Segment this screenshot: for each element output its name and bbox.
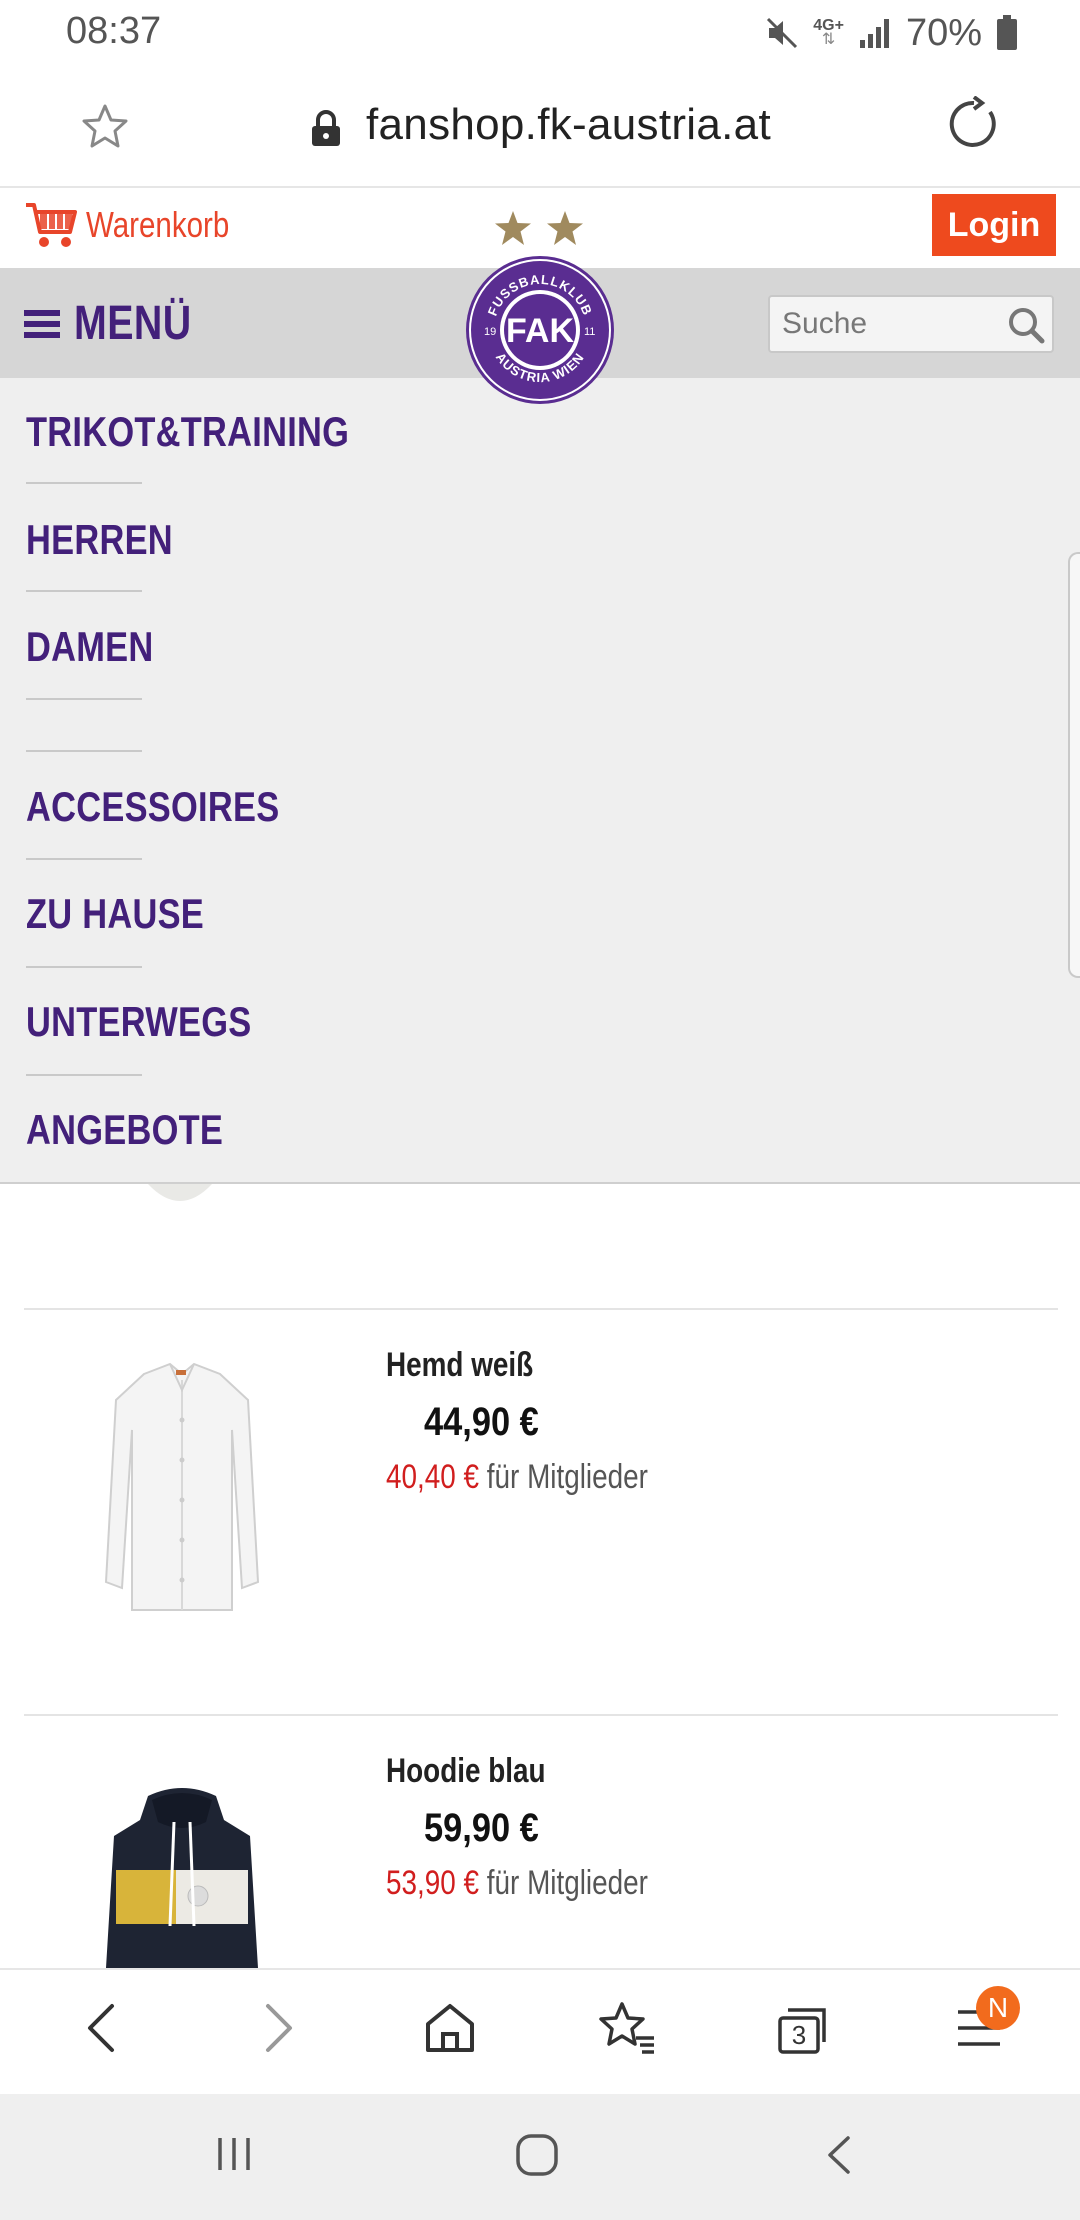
championship-stars [494,210,584,246]
product-name[interactable]: Hoodie blau [386,1752,546,1791]
menu-item-trikot-training[interactable]: TRIKOT&TRAINING [26,408,349,456]
menu-divider [26,482,142,484]
bookmark-star-icon[interactable] [80,102,130,152]
system-nav-bar [0,2094,1080,2220]
logo-letters: FAK [506,312,574,350]
signal-icon [859,19,889,48]
menu-divider [26,1074,142,1076]
system-back-icon[interactable] [818,2132,862,2178]
url-text[interactable]: fanshop.fk-austria.at [366,100,771,150]
member-price-line: 40,40 € für Mitglieder [386,1458,648,1497]
menu-divider [26,590,142,592]
home-icon[interactable] [422,2000,478,2056]
side-scroll-handle[interactable] [1068,552,1080,978]
search-icon[interactable] [1006,305,1046,345]
bookmarks-icon[interactable] [598,2000,658,2056]
member-text: für Mitglieder [486,1864,648,1902]
mute-icon [767,17,798,49]
status-icons: 4G+ ⇅ 70% [765,8,1018,58]
tabs-button[interactable]: 3 [774,2000,832,2056]
product-separator [24,1308,1058,1310]
url-bar: fanshop.fk-austria.at [0,66,1080,188]
menu-item-damen[interactable]: DAMEN [26,623,154,671]
tab-count: 3 [791,2020,807,2050]
menu-item-angebote[interactable]: ANGEBOTE [26,1106,223,1154]
logo-year-left: 19 [484,326,496,338]
reload-icon[interactable] [946,96,1002,152]
member-price: 53,90 € [386,1864,480,1902]
member-text: für Mitglieder [486,1458,648,1496]
product-price: 44,90 € [424,1400,539,1444]
member-price-line: 53,90 € für Mitglieder [386,1864,648,1903]
menu-button[interactable]: MENÜ [24,296,217,351]
member-price: 40,40 € [386,1458,480,1496]
menu-item-herren[interactable]: HERREN [26,516,173,564]
menu-divider [26,698,142,700]
battery-icon [997,15,1017,50]
cart-label: Warenkorb [86,204,230,245]
menu-item-zu-hause[interactable]: ZU HAUSE [26,890,204,938]
club-logo[interactable]: FUSSBALLKLUB AUSTRIA WIEN 19 11 FAK [464,254,616,406]
cart-link[interactable]: Warenkorb [24,200,261,250]
page: 08:37 4G+ ⇅ 70% fanshop.fk-austria.at Wa… [0,0,1080,2220]
home-button-icon[interactable] [514,2132,560,2178]
product-price: 59,90 € [424,1806,539,1850]
battery-percent: 70% [905,11,982,54]
star-icon [547,211,583,245]
lock-icon [312,110,340,146]
shopping-cart-icon [26,203,77,247]
status-bar: 08:37 4G+ ⇅ 70% [0,0,1080,66]
menu-divider [26,750,142,752]
menu-divider [26,858,142,860]
menu-dropdown: TRIKOT&TRAINING HERREN DAMEN ACCESSOIRES… [0,378,1080,1184]
back-icon[interactable] [80,2000,124,2056]
product-image-shirt[interactable] [82,1360,282,1620]
product-image-partial[interactable] [130,1184,230,1214]
product-separator [24,1714,1058,1716]
browser-toolbar: 3 N [0,1968,1080,2094]
search-box [768,295,1054,353]
hamburger-icon [24,309,60,338]
product-image-hoodie[interactable] [82,1786,282,1968]
menu-item-accessoires[interactable]: ACCESSOIRES [26,783,279,831]
logo-year-right: 11 [584,326,595,338]
search-input[interactable] [782,303,992,345]
star-icon [495,211,531,245]
status-time: 08:37 [66,10,162,52]
product-name[interactable]: Hemd weiß [386,1346,533,1385]
recent-apps-icon[interactable] [212,2132,256,2176]
menu-divider [26,966,142,968]
notification-badge: N [976,1986,1020,2030]
menu-item-unterwegs[interactable]: UNTERWEGS [26,998,251,1046]
login-button[interactable]: Login [932,194,1056,256]
menu-label: MENÜ [74,297,192,350]
network-indicator: 4G+ ⇅ [813,17,844,48]
forward-icon[interactable] [256,2000,300,2056]
